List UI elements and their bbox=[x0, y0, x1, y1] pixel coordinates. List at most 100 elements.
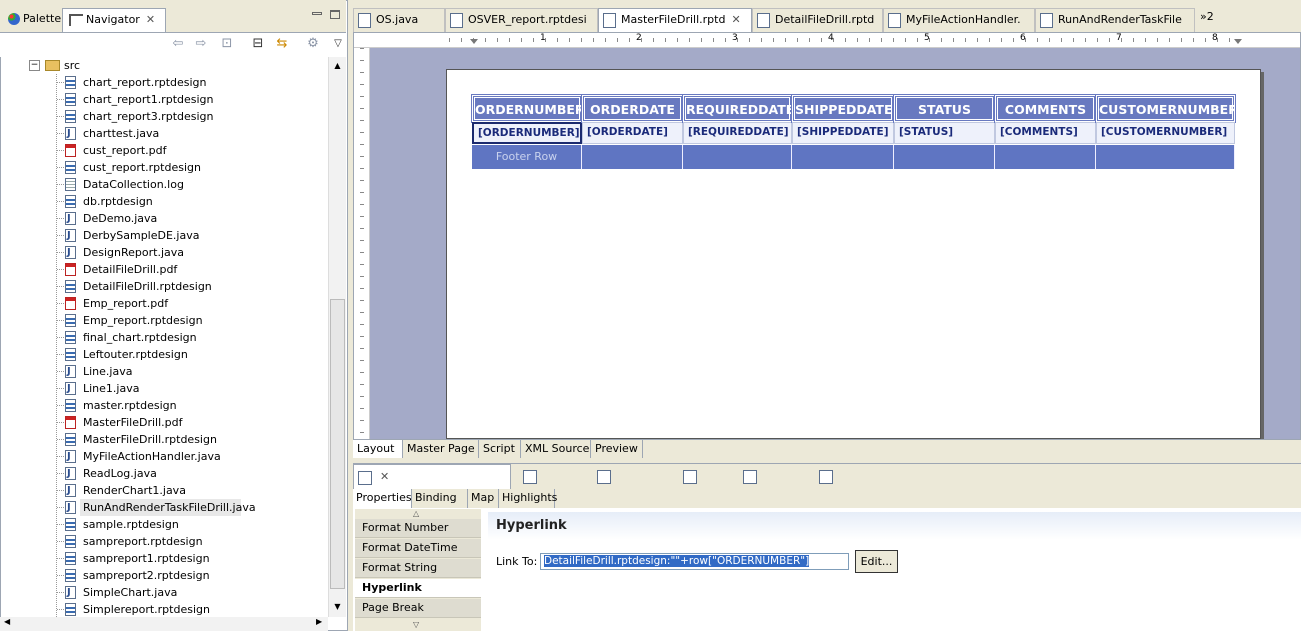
scroll-down-icon[interactable]: ▼ bbox=[330, 599, 345, 615]
view-tab-preview[interactable]: Preview bbox=[591, 440, 643, 458]
category-format-datetime[interactable]: Format DateTime bbox=[355, 539, 481, 558]
editor-tab-detailfiledrill[interactable]: DetailFileDrill.rptd bbox=[752, 8, 883, 32]
tree-item[interactable]: sampreport2.rptdesign bbox=[0, 567, 328, 584]
editor-tab-runandrender[interactable]: RunAndRenderTaskFile bbox=[1035, 8, 1195, 32]
tree-item[interactable]: chart_report1.rptdesign bbox=[0, 91, 328, 108]
tree-item[interactable]: SimpleChart.java bbox=[0, 584, 328, 601]
tab-navigator[interactable]: Navigator ✕ bbox=[62, 8, 166, 32]
view-tab-master-page[interactable]: Master Page bbox=[403, 440, 479, 458]
go-into-icon[interactable]: ⊡ bbox=[219, 36, 235, 52]
category-format-string[interactable]: Format String bbox=[355, 559, 481, 578]
subtab-map[interactable]: Map bbox=[468, 489, 499, 508]
table-data-cell[interactable]: [SHIPPEDDATE] bbox=[792, 122, 894, 144]
table-header-cell[interactable]: REQUIREDDATE bbox=[682, 94, 794, 123]
table-header-cell[interactable]: STATUS bbox=[893, 94, 996, 123]
tree-item[interactable]: master.rptdesign bbox=[0, 397, 328, 414]
scroll-thumb[interactable] bbox=[330, 299, 345, 589]
tree-item[interactable]: final_chart.rptdesign bbox=[0, 329, 328, 346]
tree-horizontal-scrollbar[interactable]: ◀ ▶ bbox=[0, 617, 328, 631]
tree-item[interactable]: charttest.java bbox=[0, 125, 328, 142]
tree-item[interactable]: chart_report3.rptdesign bbox=[0, 108, 328, 125]
link-editor-icon[interactable]: ⇆ bbox=[274, 36, 290, 52]
minimize-icon[interactable] bbox=[312, 12, 322, 15]
tab-sql-results[interactable] bbox=[593, 464, 677, 489]
tree-item[interactable]: sampreport1.rptdesign bbox=[0, 550, 328, 567]
tree-item[interactable]: MasterFileDrill.rptdesign bbox=[0, 431, 328, 448]
tab-debug[interactable] bbox=[679, 464, 737, 489]
subtab-highlights[interactable]: Highlights bbox=[499, 489, 557, 508]
close-icon[interactable]: ✕ bbox=[380, 465, 389, 489]
collapse-all-icon[interactable]: ⊟ bbox=[250, 36, 266, 52]
table-footer-cell[interactable] bbox=[894, 145, 995, 169]
view-tab-xml-source[interactable]: XML Source bbox=[521, 440, 591, 458]
tree-item[interactable]: cust_report.pdf bbox=[0, 142, 328, 159]
link-to-input[interactable]: DetailFileDrill.rptdesign:""+row["ORDERN… bbox=[540, 553, 849, 570]
tab-problems[interactable] bbox=[519, 464, 591, 489]
table-header-cell[interactable]: CUSTOMERNUMBER bbox=[1095, 94, 1238, 123]
tree-vertical-scrollbar[interactable]: ▲ ▼ bbox=[328, 57, 346, 617]
filter-icon[interactable]: ⚙ bbox=[305, 36, 321, 52]
tab-properties[interactable] bbox=[739, 464, 811, 489]
table-header-cell[interactable]: ORDERNUMBER bbox=[471, 94, 585, 123]
subtab-properties[interactable]: Properties bbox=[353, 489, 412, 508]
tree-item[interactable]: DerbySampleDE.java bbox=[0, 227, 328, 244]
table-data-cell[interactable]: [ORDERNUMBER] bbox=[472, 122, 582, 144]
editor-tab-masterfiledrill[interactable]: MasterFileDrill.rptd ✕ bbox=[598, 8, 752, 32]
category-scroll-down-icon[interactable]: ▽ bbox=[413, 620, 419, 629]
tree-item[interactable]: DeDemo.java bbox=[0, 210, 328, 227]
tree-item[interactable]: db.rptdesign bbox=[0, 193, 328, 210]
close-icon[interactable]: ✕ bbox=[731, 9, 740, 31]
forward-arrow-icon[interactable]: ⇨ bbox=[193, 36, 209, 52]
tree-item[interactable]: sample.rptdesign bbox=[0, 516, 328, 533]
editor-tab-myfileactionhandler[interactable]: MyFileActionHandler. bbox=[883, 8, 1035, 32]
tree-item[interactable]: DesignReport.java bbox=[0, 244, 328, 261]
tab-property-editor[interactable]: ✕ bbox=[353, 464, 511, 489]
tree-item[interactable]: RenderChart1.java bbox=[0, 482, 328, 499]
report-table[interactable]: ORDERNUMBER [ORDERNUMBER] Footer Row ORDERD… bbox=[471, 94, 1238, 169]
tree-item[interactable]: DetailFileDrill.pdf bbox=[0, 261, 328, 278]
tree-item[interactable]: Emp_report.pdf bbox=[0, 295, 328, 312]
tree-item[interactable]: sampreport.rptdesign bbox=[0, 533, 328, 550]
table-header-cell[interactable]: ORDERDATE bbox=[581, 94, 684, 123]
editor-tab-osver-report[interactable]: OSVER_report.rptdesi bbox=[445, 8, 598, 32]
tree-item[interactable]: MyFileActionHandler.java bbox=[0, 448, 328, 465]
back-arrow-icon[interactable]: ⇦ bbox=[170, 36, 186, 52]
edit-button[interactable]: Edit... bbox=[855, 550, 898, 573]
category-format-number[interactable]: Format Number bbox=[355, 519, 481, 538]
tree-item[interactable]: cust_report.rptdesign bbox=[0, 159, 328, 176]
table-data-cell[interactable]: [STATUS] bbox=[894, 122, 995, 144]
table-data-cell[interactable]: [COMMENTS] bbox=[995, 122, 1096, 144]
table-footer-cell[interactable] bbox=[582, 145, 683, 169]
close-icon[interactable]: ✕ bbox=[146, 9, 155, 30]
view-menu-icon[interactable]: ▽ bbox=[330, 36, 346, 52]
table-header-cell[interactable]: COMMENTS bbox=[994, 94, 1097, 123]
scroll-left-icon[interactable]: ◀ bbox=[4, 617, 10, 626]
tree-item[interactable]: Line1.java bbox=[0, 380, 328, 397]
table-header-cell[interactable]: SHIPPEDDATE bbox=[791, 94, 895, 123]
collapse-toggle-icon[interactable]: − bbox=[29, 60, 40, 71]
table-data-cell[interactable]: [CUSTOMERNUMBER] bbox=[1096, 122, 1235, 144]
tree-item[interactable]: Leftouter.rptdesign bbox=[0, 346, 328, 363]
table-footer-cell[interactable] bbox=[995, 145, 1096, 169]
view-tab-layout[interactable]: Layout bbox=[353, 440, 403, 458]
tree-item[interactable]: DetailFileDrill.rptdesign bbox=[0, 278, 328, 295]
tree-item[interactable]: Simplereport.rptdesign bbox=[0, 601, 328, 617]
tree-item[interactable]: DataCollection.log bbox=[0, 176, 328, 193]
view-tab-script[interactable]: Script bbox=[479, 440, 521, 458]
table-footer-cell[interactable]: Footer Row bbox=[472, 145, 582, 169]
tab-overflow-button[interactable]: »2 bbox=[1200, 10, 1214, 23]
table-footer-cell[interactable] bbox=[683, 145, 792, 169]
tree-item[interactable]: chart_report.rptdesign bbox=[0, 74, 328, 91]
category-hyperlink[interactable]: Hyperlink bbox=[355, 579, 481, 598]
tree-item[interactable]: Line.java bbox=[0, 363, 328, 380]
tab-palette[interactable]: Palette bbox=[2, 8, 67, 30]
table-footer-cell[interactable] bbox=[1096, 145, 1235, 169]
subtab-binding[interactable]: Binding bbox=[412, 489, 468, 508]
scroll-right-icon[interactable]: ▶ bbox=[316, 617, 322, 626]
tree-item[interactable]: Emp_report.rptdesign bbox=[0, 312, 328, 329]
maximize-icon[interactable] bbox=[330, 10, 340, 19]
tree-item[interactable]: ReadLog.java bbox=[0, 465, 328, 482]
table-footer-cell[interactable] bbox=[792, 145, 894, 169]
category-scroll-up-icon[interactable]: △ bbox=[413, 509, 419, 518]
tab-console[interactable] bbox=[815, 464, 879, 489]
